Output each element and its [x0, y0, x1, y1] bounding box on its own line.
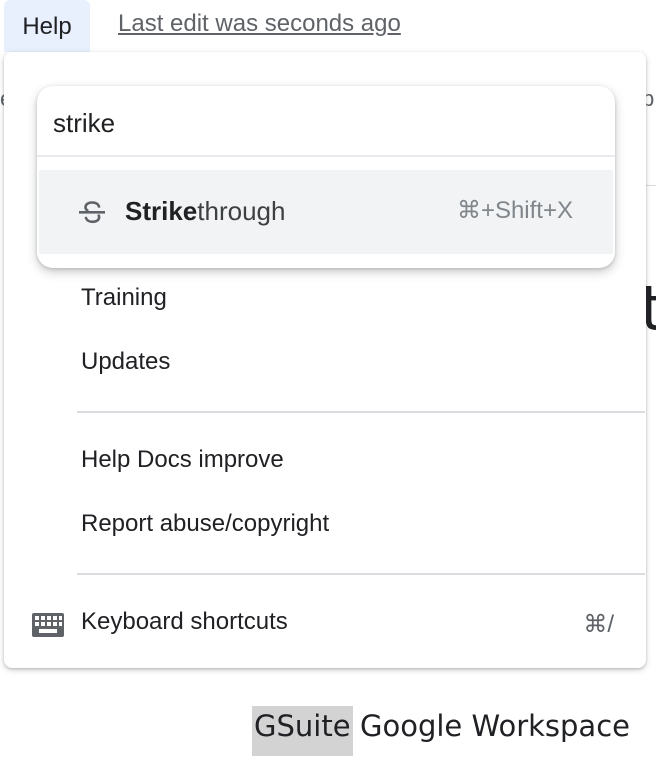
- search-result-label: Strikethrough: [125, 196, 285, 227]
- search-divider: [37, 155, 615, 157]
- menu-item-help-docs-improve[interactable]: Help Docs improve: [81, 446, 284, 474]
- search-result-match: Strike: [125, 196, 198, 226]
- menu-divider: [77, 411, 645, 413]
- menu-search-input[interactable]: [53, 106, 593, 140]
- doc-highlighted-text[interactable]: GSuite: [252, 706, 353, 756]
- keyboard-shortcuts-hotkey: ⌘/: [583, 611, 614, 638]
- menu-help[interactable]: Help: [4, 0, 90, 52]
- menu-item-report-abuse[interactable]: Report abuse/copyright: [81, 510, 329, 538]
- search-result-rest: through: [197, 196, 286, 226]
- menu-search-popup: Strikethrough ⌘+Shift+X: [37, 86, 615, 268]
- keyboard-icon: [32, 613, 64, 637]
- menu-item-keyboard-shortcuts[interactable]: Keyboard shortcuts: [81, 608, 288, 636]
- last-edit-link[interactable]: Last edit was seconds ago: [118, 10, 401, 38]
- menu-item-updates[interactable]: Updates: [81, 348, 170, 376]
- search-result-shortcut: ⌘+Shift+X: [456, 197, 573, 224]
- menu-divider: [77, 573, 645, 575]
- menu-item-training[interactable]: Training: [81, 284, 167, 312]
- strikethrough-icon: [79, 201, 105, 224]
- search-result-strikethrough[interactable]: Strikethrough ⌘+Shift+X: [39, 170, 613, 254]
- doc-text[interactable]: Google Workspace: [360, 706, 630, 746]
